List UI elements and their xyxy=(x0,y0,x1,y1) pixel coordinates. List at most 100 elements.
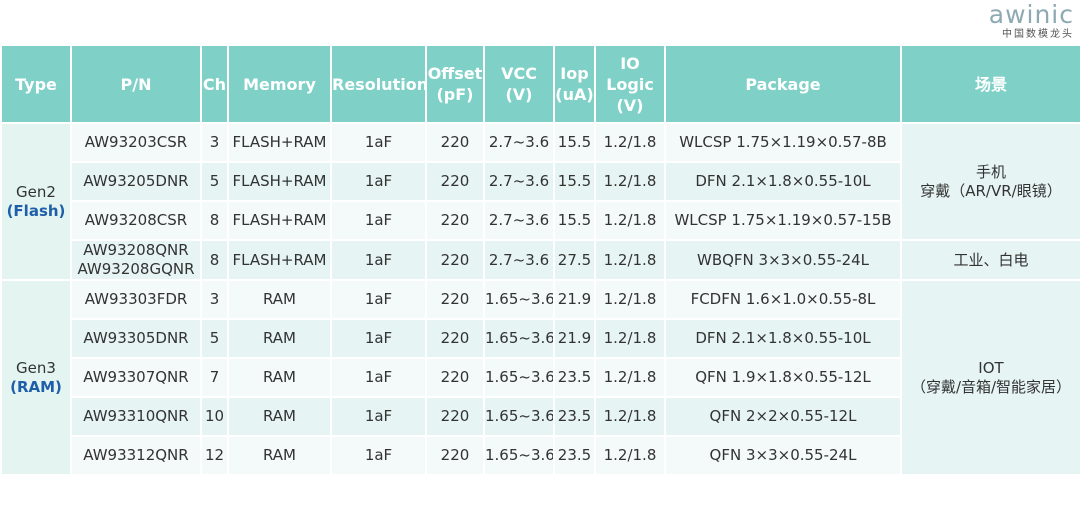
part-number: AW93208CSR xyxy=(84,211,188,229)
vcc-cell: 2.7~3.6 xyxy=(483,122,555,163)
header-label: (V) xyxy=(616,95,644,115)
part-number-cell: AW93303FDR xyxy=(70,279,202,320)
part-number: AW93303FDR xyxy=(84,290,188,308)
iop-cell: 15.5 xyxy=(553,200,596,241)
io-cell: 1.2/1.8 xyxy=(594,318,666,359)
application-text: （穿戴/音箱/智能家居） xyxy=(910,377,1072,396)
iop-cell: 23.5 xyxy=(553,396,596,437)
application-text: 手机 xyxy=(975,162,1006,181)
type-name: Gen3 xyxy=(16,358,56,377)
package-cell: DFN 2.1×1.8×0.55-10L xyxy=(664,161,902,202)
application-cell: IOT （穿戴/音箱/智能家居） xyxy=(900,279,1080,476)
iop-cell: 21.9 xyxy=(553,279,596,320)
io-cell: 1.2/1.8 xyxy=(594,279,666,320)
ch-cell: 8 xyxy=(200,200,229,241)
offset-cell: 220 xyxy=(425,279,485,320)
iop-cell: 23.5 xyxy=(553,357,596,398)
io-cell: 1.2/1.8 xyxy=(594,161,666,202)
package-cell: QFN 2×2×0.55-12L xyxy=(664,396,902,437)
part-number-cell: AW93208QNR AW93208GQNR xyxy=(70,239,202,281)
offset-cell: 220 xyxy=(425,318,485,359)
part-number: AW93310QNR xyxy=(83,407,189,425)
part-number: AW93208GQNR xyxy=(77,260,195,278)
header-resolution: Resolution xyxy=(330,44,428,124)
memory-cell: RAM xyxy=(227,357,332,398)
part-number: AW93312QNR xyxy=(83,446,189,464)
ch-cell: 3 xyxy=(200,122,229,163)
header-label: 场景 xyxy=(974,74,1007,94)
header-pn: P/N xyxy=(70,44,202,124)
part-number-cell: AW93312QNR xyxy=(70,435,202,476)
ch-cell: 5 xyxy=(200,318,229,359)
offset-cell: 220 xyxy=(425,435,485,476)
header-label: Type xyxy=(15,74,57,94)
resolution-cell: 1aF xyxy=(330,161,427,202)
ch-cell: 12 xyxy=(200,435,229,476)
application-cell: 工业、白电 xyxy=(900,239,1080,281)
package-cell: WLCSP 1.75×1.19×0.57-15B xyxy=(664,200,902,241)
header-label: P/N xyxy=(120,74,152,94)
memory-cell: FLASH+RAM xyxy=(227,239,332,281)
part-number-cell: AW93208CSR xyxy=(70,200,202,241)
ch-cell: 8 xyxy=(200,239,229,281)
ch-cell: 3 xyxy=(200,279,229,320)
table-header-row: Type P/N Ch Memory Resolution Offset (pF) VCC (V… xyxy=(0,44,1080,124)
vcc-cell: 1.65~3.6 xyxy=(483,357,555,398)
header-label: Ch xyxy=(202,74,227,94)
logo-wordmark: awinic xyxy=(988,0,1074,29)
offset-cell: 220 xyxy=(425,161,485,202)
ch-cell: 5 xyxy=(200,161,229,202)
memory-cell: RAM xyxy=(227,318,332,359)
iop-cell: 15.5 xyxy=(553,122,596,163)
iop-cell: 21.9 xyxy=(553,318,596,359)
header-label: (pF) xyxy=(436,85,474,104)
type-cell: Gen2 (Flash) xyxy=(0,122,72,281)
io-cell: 1.2/1.8 xyxy=(594,396,666,437)
offset-cell: 220 xyxy=(425,200,485,241)
io-cell: 1.2/1.8 xyxy=(594,200,666,241)
io-cell: 1.2/1.8 xyxy=(594,435,666,476)
application-text: 工业、白电 xyxy=(953,250,1029,269)
header-offset: Offset (pF) xyxy=(425,44,485,124)
header-label: VCC xyxy=(501,64,537,83)
header-label: Memory xyxy=(243,74,316,94)
header-label: Offset xyxy=(427,64,483,83)
memory-cell: FLASH+RAM xyxy=(227,122,332,163)
vcc-cell: 1.65~3.6 xyxy=(483,396,555,437)
header-io: IO Logic (V) xyxy=(594,44,666,124)
awinic-logo: awinic 中国数模龙头 xyxy=(964,2,1074,41)
vcc-cell: 1.65~3.6 xyxy=(483,279,555,320)
header-vcc: VCC (V) xyxy=(483,44,555,124)
iop-cell: 23.5 xyxy=(553,435,596,476)
header-type: Type xyxy=(0,44,72,124)
part-number-cell: AW93205DNR xyxy=(70,161,202,202)
header-label: (uA) xyxy=(555,85,594,104)
resolution-cell: 1aF xyxy=(330,435,427,476)
package-cell: FCDFN 1.6×1.0×0.55-8L xyxy=(664,279,902,320)
type-cell: Gen3 (RAM) xyxy=(0,279,72,476)
part-number: AW93307QNR xyxy=(83,368,189,386)
resolution-cell: 1aF xyxy=(330,122,427,163)
memory-cell: RAM xyxy=(227,279,332,320)
io-cell: 1.2/1.8 xyxy=(594,239,666,281)
part-number-cell: AW93203CSR xyxy=(70,122,202,163)
resolution-cell: 1aF xyxy=(330,200,427,241)
iop-cell: 15.5 xyxy=(553,161,596,202)
type-subtitle: (Flash) xyxy=(6,201,66,220)
package-cell: WBQFN 3×3×0.55-24L xyxy=(664,239,902,281)
vcc-cell: 1.65~3.6 xyxy=(483,435,555,476)
header-package: Package xyxy=(664,44,902,124)
table-row: AW93208QNR AW93208GQNR 8 FLASH+RAM 1aF 220 2.7… xyxy=(1,239,1080,281)
memory-cell: FLASH+RAM xyxy=(227,161,332,202)
part-number: AW93203CSR xyxy=(84,133,188,151)
resolution-cell: 1aF xyxy=(330,239,427,281)
application-text: 穿戴（AR/VR/眼镜） xyxy=(920,181,1062,200)
header-ch: Ch xyxy=(200,44,229,124)
resolution-cell: 1aF xyxy=(330,279,427,320)
io-cell: 1.2/1.8 xyxy=(594,122,666,163)
header-label: Iop xyxy=(560,64,589,83)
memory-cell: RAM xyxy=(227,396,332,437)
header-label: (V) xyxy=(505,85,533,104)
package-cell: QFN 3×3×0.55-24L xyxy=(664,435,902,476)
table-row: Gen2 (Flash) AW93203CSR 3 FLASH+RAM 1aF 220 2.7… xyxy=(0,122,1080,281)
